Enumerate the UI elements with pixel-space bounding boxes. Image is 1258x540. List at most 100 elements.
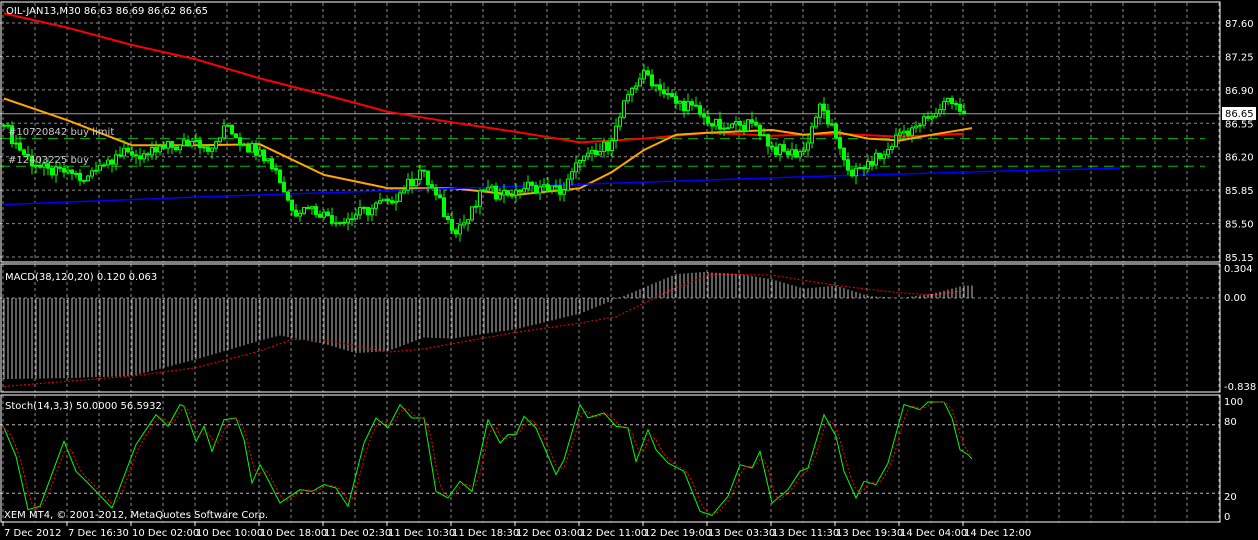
candle-body — [602, 141, 606, 152]
stoch-tick-label: 100 — [1224, 397, 1243, 408]
candle-body — [586, 152, 590, 157]
candle-body — [498, 194, 502, 200]
candle-body — [834, 123, 838, 139]
candle-body — [758, 124, 762, 137]
candle-body — [574, 162, 578, 173]
candle-body — [902, 130, 906, 134]
candle-body — [706, 116, 710, 124]
trading-chart[interactable]: 87.60 87.25 86.90 86.55 86.20 85.85 85.50 85.15… — [0, 0, 1258, 540]
candle-body — [398, 192, 402, 202]
candle-body — [802, 149, 806, 153]
candle-body — [338, 222, 342, 225]
candle-body — [674, 96, 678, 104]
candle-body — [750, 119, 754, 123]
candle-body — [414, 179, 418, 187]
candle-body — [250, 142, 254, 153]
candle-body — [354, 214, 358, 220]
candle-body — [458, 224, 462, 235]
candle-body — [558, 185, 562, 195]
candle-body — [814, 116, 818, 128]
candle-body — [778, 144, 782, 155]
stoch-tick-label: 0 — [1224, 512, 1230, 523]
candle-body — [654, 84, 658, 87]
candle-body — [54, 166, 58, 176]
candle-body — [278, 169, 282, 183]
time-tick-label: 10 Dec 10:00 — [196, 528, 263, 539]
candle-body — [926, 116, 930, 119]
candle-body — [606, 141, 610, 152]
candle-body — [894, 134, 898, 148]
candle-body — [78, 172, 82, 181]
candle-body — [418, 169, 422, 181]
candle-body — [678, 100, 682, 104]
candle-body — [298, 212, 302, 217]
candle-body — [694, 104, 698, 107]
candle-body — [50, 167, 54, 176]
candle-body — [154, 147, 158, 153]
candle-body — [190, 140, 194, 147]
candle-body — [158, 145, 162, 153]
symbol-header: OIL-JAN13,M30 86.63 86.69 86.62 86.65 — [6, 6, 208, 17]
candle-body — [342, 221, 346, 224]
order-label-buy-limit: #10720842 buy limit — [8, 127, 114, 138]
candle-body — [126, 147, 130, 153]
candle-body — [210, 147, 214, 152]
candle-body — [70, 169, 74, 175]
candle-body — [130, 151, 134, 156]
candle-body — [782, 144, 786, 152]
candle-body — [878, 152, 882, 159]
candle-body — [474, 205, 478, 208]
candle-body — [522, 188, 526, 193]
candle-body — [514, 189, 518, 196]
candle-body — [630, 87, 634, 96]
candle-body — [886, 148, 890, 156]
candle-body — [906, 130, 910, 136]
candle-body — [258, 149, 262, 156]
candle-body — [102, 164, 106, 167]
price-tick-label: 87.60 — [1225, 19, 1254, 30]
candle-body — [238, 137, 242, 146]
candle-body — [422, 169, 426, 172]
time-tick-label: 12 Dec 03:00 — [516, 528, 583, 539]
candle-body — [386, 198, 390, 202]
candle-body — [378, 200, 382, 204]
price-tick-label: 85.85 — [1225, 186, 1254, 197]
candle-body — [62, 167, 66, 173]
candle-body — [686, 101, 690, 112]
candle-body — [730, 123, 734, 129]
candle-body — [854, 167, 858, 177]
candle-body — [174, 146, 178, 151]
candle-body — [434, 187, 438, 196]
stoch-tick-label: 80 — [1224, 417, 1237, 428]
candle-body — [194, 139, 198, 142]
candle-body — [918, 124, 922, 127]
candle-body — [946, 97, 950, 103]
stoch-tick-label: 20 — [1224, 492, 1237, 503]
candle-body — [762, 134, 766, 137]
candle-body — [226, 124, 230, 127]
candle-body — [242, 144, 246, 147]
candle-body — [482, 189, 486, 192]
time-tick-label: 14 Dec 04:00 — [900, 528, 967, 539]
candle-body — [746, 119, 750, 132]
candle-body — [534, 184, 538, 194]
candle-body — [790, 149, 794, 156]
time-tick-label: 12 Dec 19:00 — [644, 528, 711, 539]
macd-tick-label: -0.838 — [1224, 382, 1256, 393]
candle-body — [518, 189, 522, 193]
candle-body — [546, 184, 550, 191]
time-tick-label: 10 Dec 18:00 — [260, 528, 327, 539]
candle-body — [90, 170, 94, 177]
candle-body — [898, 132, 902, 136]
candle-body — [798, 151, 802, 158]
time-tick-label: 12 Dec 11:00 — [580, 528, 647, 539]
candle-body — [234, 133, 238, 139]
candle-body — [282, 181, 286, 193]
candle-body — [374, 202, 378, 209]
candle-body — [850, 169, 854, 177]
candle-body — [690, 101, 694, 106]
candle-body — [622, 100, 626, 118]
candle-body — [182, 139, 186, 146]
candle-body — [410, 178, 414, 187]
candle-body — [578, 160, 582, 164]
